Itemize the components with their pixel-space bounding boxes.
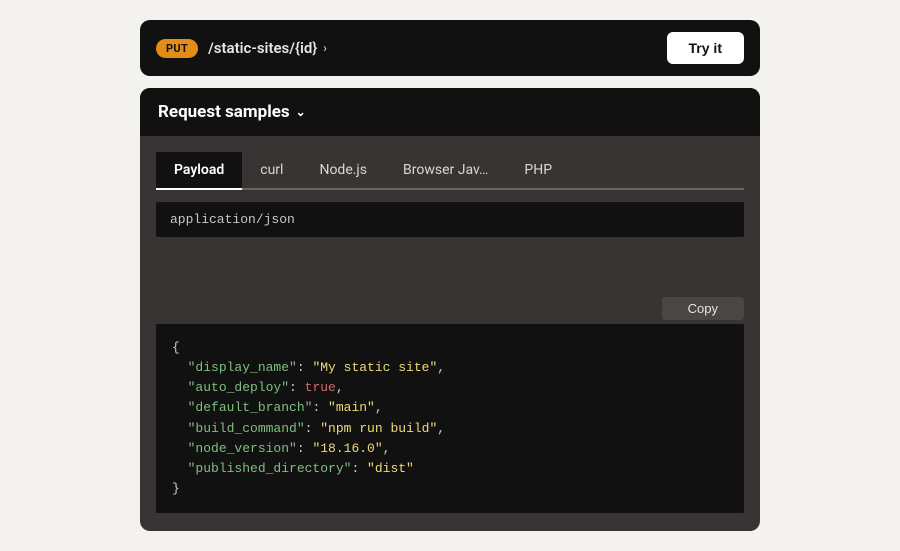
request-samples-title: Request samples xyxy=(158,102,290,122)
request-samples-header[interactable]: Request samples ⌄ xyxy=(140,88,760,136)
path-text: /static-sites/{id} xyxy=(208,39,317,57)
try-it-button[interactable]: Try it xyxy=(667,32,744,64)
content-type[interactable]: application/json xyxy=(156,202,744,237)
tab-curl[interactable]: curl xyxy=(242,152,301,188)
chevron-down-icon: ⌄ xyxy=(296,105,306,119)
method-badge: PUT xyxy=(156,39,198,58)
chevron-right-icon: › xyxy=(323,41,327,55)
copy-button[interactable]: Copy xyxy=(662,297,744,320)
sample-tabs: Payload curl Node.js Browser Jav… PHP xyxy=(156,152,744,190)
tab-payload[interactable]: Payload xyxy=(156,152,242,190)
endpoint-path[interactable]: /static-sites/{id} › xyxy=(208,39,666,57)
request-samples-panel: Request samples ⌄ Payload curl Node.js B… xyxy=(140,88,760,531)
endpoint-header: PUT /static-sites/{id} › Try it xyxy=(140,20,760,76)
code-wrap: Copy { "display_name": "My static site",… xyxy=(156,297,744,513)
tab-nodejs[interactable]: Node.js xyxy=(301,152,385,188)
tab-browser-js[interactable]: Browser Jav… xyxy=(385,152,506,188)
tab-php[interactable]: PHP xyxy=(506,152,570,188)
code-block[interactable]: { "display_name": "My static site", "aut… xyxy=(156,324,744,513)
